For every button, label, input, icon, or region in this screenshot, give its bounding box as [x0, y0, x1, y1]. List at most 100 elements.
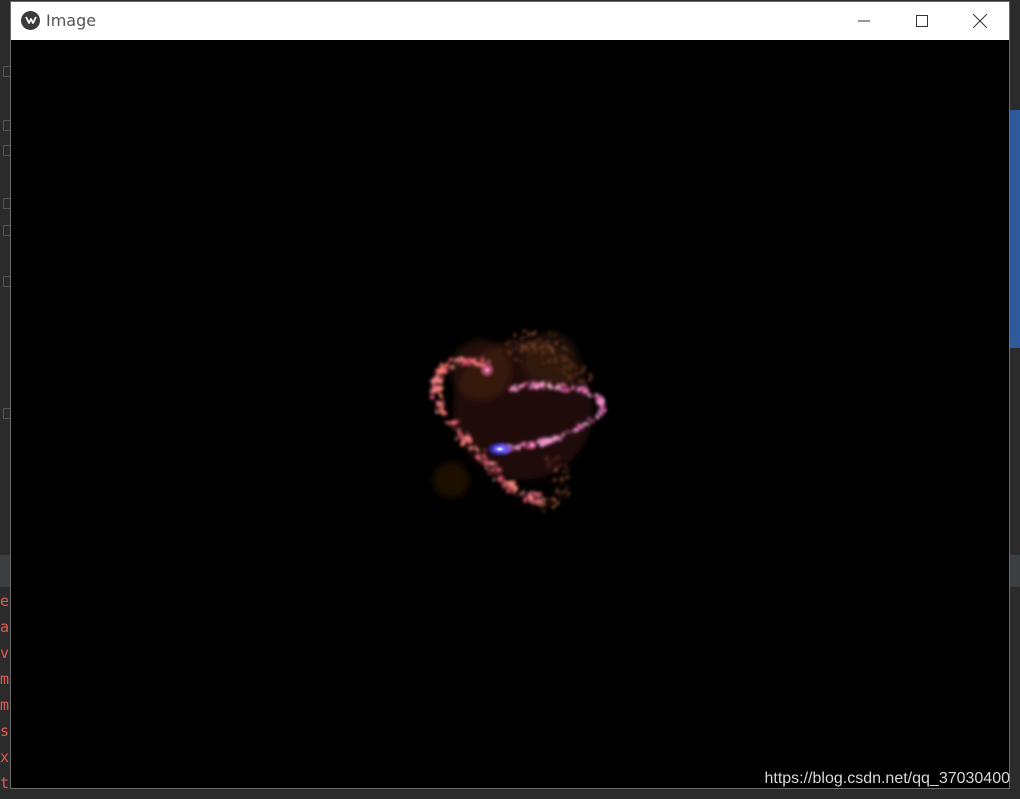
- particle: [555, 501, 560, 506]
- particle: [528, 341, 532, 345]
- particle: [452, 421, 457, 426]
- particle: [571, 382, 573, 384]
- particle: [600, 414, 604, 417]
- particle: [556, 382, 558, 385]
- particle: [599, 411, 602, 414]
- particle: [500, 349, 502, 351]
- particle: [435, 400, 440, 405]
- particle: [561, 339, 564, 342]
- particle-ring-render: [429, 328, 607, 513]
- watermark-url: https://blog.csdn.net/qq_37030400: [764, 770, 1010, 787]
- particle: [476, 448, 480, 452]
- particle: [591, 396, 593, 398]
- particle: [566, 475, 570, 479]
- particle: [567, 376, 572, 381]
- particle: [578, 388, 580, 390]
- window-titlebar[interactable]: Image: [11, 2, 1009, 40]
- particle: [456, 420, 460, 424]
- particle: [538, 347, 540, 350]
- particle: [572, 376, 575, 379]
- particle: [547, 462, 550, 465]
- particle: [491, 469, 494, 472]
- particle: [571, 386, 575, 391]
- particle: [458, 428, 461, 431]
- particle: [439, 394, 441, 396]
- particle: [541, 361, 545, 365]
- particle: [595, 397, 598, 399]
- minimize-button[interactable]: [835, 2, 893, 40]
- particle: [437, 373, 439, 375]
- particle: [595, 398, 600, 403]
- particle: [562, 493, 564, 495]
- particle: [459, 362, 461, 364]
- particle: [535, 502, 540, 506]
- particle: [529, 491, 533, 494]
- particle: [509, 490, 513, 494]
- particle: [520, 337, 524, 340]
- particle: [437, 377, 441, 382]
- particle: [504, 484, 507, 488]
- particle: [521, 444, 524, 447]
- particle: [562, 470, 565, 474]
- particle: [549, 438, 553, 442]
- particle: [541, 496, 543, 499]
- particle: [444, 420, 446, 423]
- particle: [596, 414, 600, 419]
- particle: [531, 507, 534, 511]
- particle: [556, 383, 561, 388]
- close-button[interactable]: [951, 2, 1009, 40]
- particle: [542, 381, 545, 384]
- particle: [565, 485, 569, 488]
- particle: [542, 437, 545, 441]
- particle: [456, 363, 459, 365]
- particle: [601, 407, 604, 410]
- particle: [564, 384, 567, 388]
- particle: [556, 455, 560, 459]
- particle: [547, 465, 551, 468]
- particle: [596, 393, 600, 398]
- particle: [513, 333, 517, 337]
- particle: [579, 370, 582, 374]
- particle: [538, 491, 543, 496]
- particle: [526, 344, 529, 346]
- particle: [583, 384, 587, 388]
- particle: [562, 346, 566, 350]
- particle: [535, 385, 540, 390]
- pink-node: [479, 362, 495, 378]
- particle: [493, 480, 495, 482]
- particle: [522, 329, 526, 333]
- particle: [565, 353, 568, 357]
- particle: [515, 347, 519, 350]
- maximize-button[interactable]: [893, 2, 951, 40]
- particle: [448, 366, 451, 369]
- particle: [544, 497, 549, 502]
- image-canvas[interactable]: [11, 40, 1009, 788]
- particle: [497, 476, 502, 481]
- particle: [511, 480, 516, 485]
- particle: [443, 368, 446, 371]
- particle: [523, 490, 526, 492]
- blue-core: [486, 441, 514, 457]
- particle: [484, 466, 489, 470]
- particle: [550, 347, 554, 351]
- particle: [585, 380, 588, 382]
- particle: [505, 342, 509, 346]
- particle: [570, 351, 574, 355]
- particle: [564, 489, 568, 493]
- particle: [433, 379, 437, 383]
- particle: [459, 365, 462, 368]
- particle: [480, 357, 485, 362]
- particle: [533, 349, 537, 353]
- scrollbar[interactable]: [1010, 110, 1020, 348]
- particle: [552, 478, 557, 482]
- particle: [435, 409, 439, 414]
- particle: [517, 388, 520, 392]
- particle: [563, 497, 565, 499]
- particle: [567, 492, 571, 495]
- particle: [566, 469, 569, 472]
- particle: [564, 373, 567, 376]
- particle: [495, 472, 498, 475]
- particle: [581, 362, 584, 366]
- particle: [548, 331, 552, 335]
- particle: [514, 493, 516, 496]
